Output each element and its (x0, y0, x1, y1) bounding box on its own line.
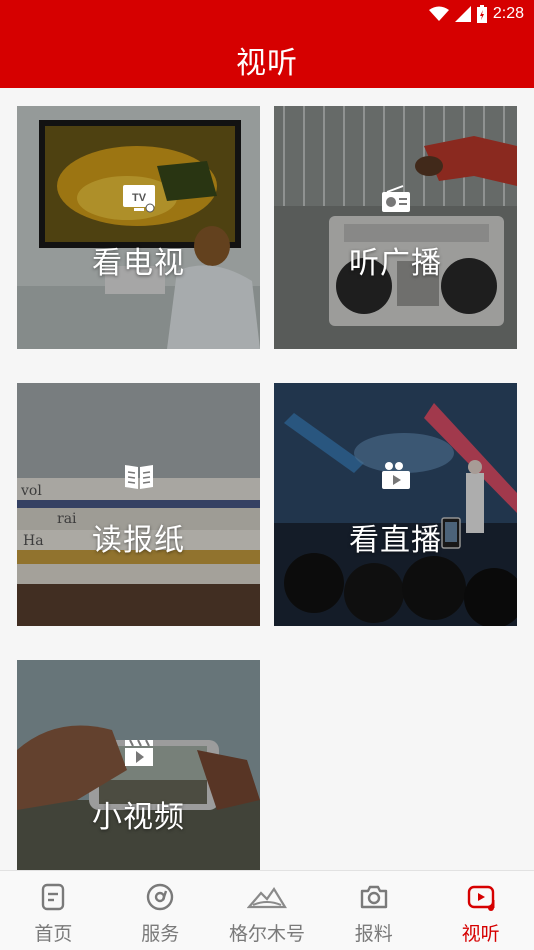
tab-label: 格尔木号 (228, 923, 305, 945)
bottom-tab-bar: 首页 服务 格尔木号 报料 视听 (0, 870, 534, 950)
video-music-icon (467, 885, 495, 911)
compass-icon (146, 883, 174, 911)
tab-report[interactable]: 报料 (320, 871, 427, 950)
tile-label: 读报纸 (92, 523, 185, 558)
tile-read-newspaper[interactable]: vol rai Ha 读报纸 (17, 383, 260, 626)
wifi-icon (428, 6, 449, 21)
live-camera-icon (381, 462, 410, 489)
tab-label: 首页 (34, 923, 73, 945)
media-grid: TV 看电视 听广播 vol rai Ha 读报纸 看直播 小视频 (0, 88, 534, 870)
video-clapper-icon (124, 739, 153, 766)
tile-overlay (274, 383, 517, 626)
tab-services[interactable]: 服务 (107, 871, 214, 950)
tab-home[interactable]: 首页 (0, 871, 107, 950)
tab-label: 报料 (354, 923, 393, 945)
battery-charging-icon (476, 5, 487, 23)
tile-label: 看直播 (349, 523, 442, 558)
app-header: 2:28 视听 (0, 0, 534, 88)
tile-label: 小视频 (92, 800, 185, 835)
cellular-signal-icon (454, 6, 471, 22)
camera-icon (360, 885, 387, 909)
tab-label: 服务 (141, 923, 180, 945)
tile-label: 听广播 (349, 246, 442, 281)
tile-overlay (17, 106, 260, 349)
tile-short-video[interactable]: 小视频 (17, 660, 260, 870)
mountain-icon (246, 886, 287, 909)
status-bar: 2:28 (428, 4, 524, 24)
page-title: 视听 (236, 46, 298, 81)
tab-av[interactable]: 视听 (427, 871, 534, 950)
tab-golmud[interactable]: 格尔木号 (214, 871, 321, 950)
status-time: 2:28 (492, 5, 524, 22)
svg-text:TV: TV (131, 192, 146, 204)
tv-icon: TV (122, 185, 155, 213)
tab-label: 视听 (461, 923, 500, 945)
newspaper-icon (124, 465, 153, 489)
tile-watch-tv[interactable]: TV 看电视 (17, 106, 260, 349)
tile-label: 看电视 (92, 246, 185, 281)
tile-listen-radio[interactable]: 听广播 (274, 106, 517, 349)
tile-overlay (17, 383, 260, 626)
radio-icon (381, 185, 410, 212)
tile-overlay (274, 106, 517, 349)
tile-watch-live[interactable]: 看直播 (274, 383, 517, 626)
home-doc-icon (42, 883, 65, 911)
